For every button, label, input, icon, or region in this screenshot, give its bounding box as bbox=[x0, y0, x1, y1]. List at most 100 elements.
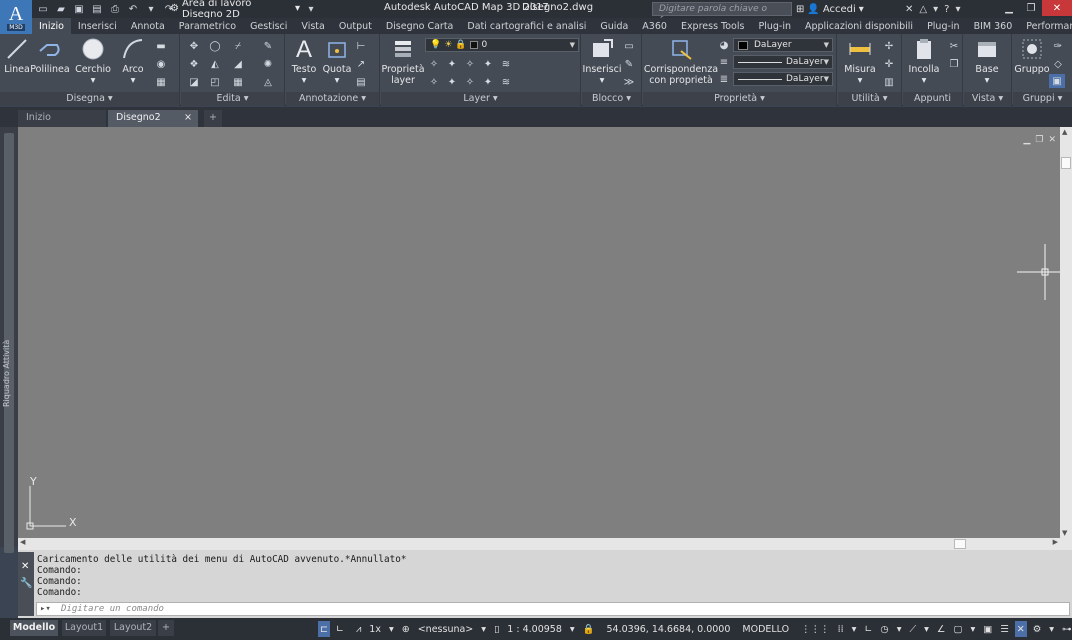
vertical-scroll-thumb[interactable] bbox=[1061, 157, 1071, 169]
workspace-switcher[interactable]: ⚙ Area di lavoro Disegno 2D ▾ bbox=[170, 0, 300, 20]
layer-tool-6-icon[interactable]: ✧ bbox=[427, 75, 441, 89]
arc-button[interactable]: Arco ▾ bbox=[118, 36, 148, 86]
search-input[interactable]: Digitare parola chiave o frase bbox=[652, 2, 792, 26]
close-icon[interactable]: ✕ bbox=[1042, 0, 1072, 16]
tool-palette-strip[interactable]: Riquadro Attività bbox=[0, 127, 18, 553]
horizontal-scroll-thumb[interactable] bbox=[954, 539, 966, 549]
gradient-icon[interactable]: ▦ bbox=[154, 75, 168, 89]
layer-dropdown[interactable]: 💡 ☀ 🔒 0 ▼ bbox=[425, 38, 579, 52]
tab-applicazioni[interactable]: Applicazioni disponibili bbox=[798, 18, 920, 34]
layer-tool-4-icon[interactable]: ✦ bbox=[481, 57, 495, 71]
snap-mode-icon[interactable]: ⁞⁞ bbox=[836, 621, 846, 637]
paste-button[interactable]: Incolla ▾ bbox=[907, 36, 941, 86]
workspace-icon[interactable]: ✕ bbox=[1014, 621, 1027, 637]
edit-block-icon[interactable]: ✎ bbox=[622, 57, 636, 71]
lineweight-toggle-icon[interactable]: ☰ bbox=[998, 621, 1011, 637]
angle-icon[interactable]: ∠ bbox=[935, 621, 948, 637]
scroll-down-icon[interactable]: ▼ bbox=[1062, 529, 1067, 537]
dimension-button[interactable]: Quota ▾ bbox=[322, 36, 352, 86]
ungroup-icon[interactable]: ✑ bbox=[1051, 39, 1065, 53]
osnap-tracking-icon[interactable]: ⟋ bbox=[907, 621, 918, 637]
panel-utilities-title[interactable]: Utilità ▾ bbox=[838, 92, 901, 106]
create-block-icon[interactable]: ▭ bbox=[622, 39, 636, 53]
minimize-icon[interactable]: ▁ bbox=[1023, 135, 1030, 145]
tab-gestisci[interactable]: Gestisci bbox=[243, 18, 294, 34]
tab-parametrico[interactable]: Parametrico bbox=[172, 18, 243, 34]
tab-plugin[interactable]: Plug-in bbox=[751, 18, 798, 34]
restore-icon[interactable]: ❐ bbox=[1035, 135, 1043, 145]
annotation-scale-value[interactable]: <nessuna> bbox=[416, 621, 476, 637]
table-icon[interactable]: ▤ bbox=[354, 75, 368, 89]
scroll-right-icon[interactable]: ▶ bbox=[1053, 538, 1058, 546]
print-icon[interactable]: ⎙ bbox=[108, 2, 122, 16]
tab-disegno-carta[interactable]: Disegno Carta bbox=[379, 18, 461, 34]
layer-tool-5-icon[interactable]: ≋ bbox=[499, 57, 513, 71]
lineweight-dropdown[interactable]: DaLayer ▼ bbox=[733, 72, 833, 86]
chevron-down-icon[interactable]: ▾ bbox=[387, 621, 396, 637]
grid-icon[interactable]: ⊏ bbox=[318, 621, 330, 637]
isolate-objects-icon[interactable]: ⊶ bbox=[1060, 621, 1072, 637]
calculator-icon[interactable]: ▥ bbox=[882, 75, 896, 89]
layer-properties-button[interactable]: Proprietà layer bbox=[381, 36, 425, 86]
tab-performance[interactable]: Performance bbox=[1019, 18, 1072, 34]
close-icon[interactable]: ✕ bbox=[21, 561, 29, 572]
linetype-dropdown[interactable]: DaLayer ▼ bbox=[733, 55, 833, 69]
leader-icon[interactable]: ↗ bbox=[354, 57, 368, 71]
panel-properties-title[interactable]: Proprietà ▾ bbox=[643, 92, 836, 106]
tab-annota[interactable]: Annota bbox=[124, 18, 172, 34]
base-view-button[interactable]: Base ▾ bbox=[972, 36, 1002, 86]
saveas-icon[interactable]: ▤ bbox=[90, 2, 104, 16]
stretch-icon[interactable]: ◪ bbox=[187, 75, 201, 89]
annotation-visibility-icon[interactable]: ⩘ bbox=[354, 621, 363, 637]
chevron-down-icon[interactable]: ▾ bbox=[1047, 621, 1056, 637]
layer-tool-9-icon[interactable]: ✦ bbox=[481, 75, 495, 89]
polyline-button[interactable]: Polilinea bbox=[30, 36, 70, 75]
chevron-down-icon[interactable]: ▾ bbox=[968, 621, 977, 637]
new-layout-button[interactable]: + bbox=[158, 620, 174, 636]
copy-clip-icon[interactable]: ❐ bbox=[947, 57, 961, 71]
chevron-down-icon[interactable]: ▾ bbox=[933, 4, 938, 15]
trim-icon[interactable]: ⌿ bbox=[231, 39, 245, 53]
open-icon[interactable]: ▰ bbox=[54, 2, 68, 16]
save-icon[interactable]: ▣ bbox=[72, 2, 86, 16]
vertical-scrollbar[interactable]: ▲ ▼ bbox=[1060, 127, 1072, 538]
horizontal-scrollbar[interactable]: ◀ ▶ bbox=[18, 538, 1072, 550]
chevron-down-icon[interactable]: ▾ bbox=[895, 621, 904, 637]
explode-icon[interactable]: ✺ bbox=[261, 57, 275, 71]
panel-clipboard-title[interactable]: Appunti bbox=[903, 92, 962, 106]
ortho-icon[interactable]: ∟ bbox=[862, 621, 874, 637]
model-space-toggle[interactable]: MODELLO bbox=[740, 621, 791, 637]
settings-icon[interactable]: ⚙ bbox=[1031, 621, 1044, 637]
cut-icon[interactable]: ✂ bbox=[947, 39, 961, 53]
rectangle-icon[interactable]: ▬ bbox=[154, 39, 168, 53]
a360-icon[interactable]: △ bbox=[919, 4, 927, 15]
offset-icon[interactable]: ◬ bbox=[261, 75, 275, 89]
panel-modify-title[interactable]: Edita ▾ bbox=[181, 92, 284, 106]
restore-icon[interactable]: ❐ bbox=[1020, 0, 1042, 16]
block-attr-icon[interactable]: ≫ bbox=[622, 75, 636, 89]
color-dropdown[interactable]: DaLayer ▼ bbox=[733, 38, 833, 52]
mirror-icon[interactable]: ◭ bbox=[208, 57, 222, 71]
application-menu-button[interactable]: A M3D bbox=[0, 0, 32, 34]
panel-view-title[interactable]: Vista ▾ bbox=[964, 92, 1011, 106]
text-button[interactable]: A Testo ▾ bbox=[290, 36, 318, 86]
tab-dati-cartografici[interactable]: Dati cartografici e analisi bbox=[460, 18, 593, 34]
group-button[interactable]: Gruppo bbox=[1014, 36, 1050, 75]
quick-select-icon[interactable]: ✢ bbox=[882, 39, 896, 53]
chevron-down-icon[interactable]: ▾ bbox=[850, 621, 859, 637]
fillet-icon[interactable]: ◢ bbox=[231, 57, 245, 71]
line-button[interactable]: Linea bbox=[4, 36, 30, 75]
layout-tab-model[interactable]: Modello bbox=[10, 620, 58, 636]
polar-icon[interactable]: ◷ bbox=[878, 621, 890, 637]
hatch-icon[interactable]: ◉ bbox=[154, 57, 168, 71]
undo-dropdown-icon[interactable]: ▾ bbox=[144, 2, 158, 16]
rotate-icon[interactable]: ◯ bbox=[208, 39, 222, 53]
drawing-canvas[interactable]: ▁ ❐ ✕ bbox=[18, 127, 1060, 538]
panel-draw-title[interactable]: Disegna ▾ bbox=[0, 92, 179, 106]
lock-icon[interactable]: 🔒 bbox=[581, 621, 597, 637]
coordinates-readout[interactable]: 54.0396, 14.6684, 0.0000 bbox=[605, 621, 733, 637]
layer-tool-7-icon[interactable]: ✦ bbox=[445, 75, 459, 89]
undo-icon[interactable]: ↶ bbox=[126, 2, 140, 16]
tab-output[interactable]: Output bbox=[332, 18, 379, 34]
chevron-down-icon[interactable]: ▾ bbox=[568, 621, 577, 637]
